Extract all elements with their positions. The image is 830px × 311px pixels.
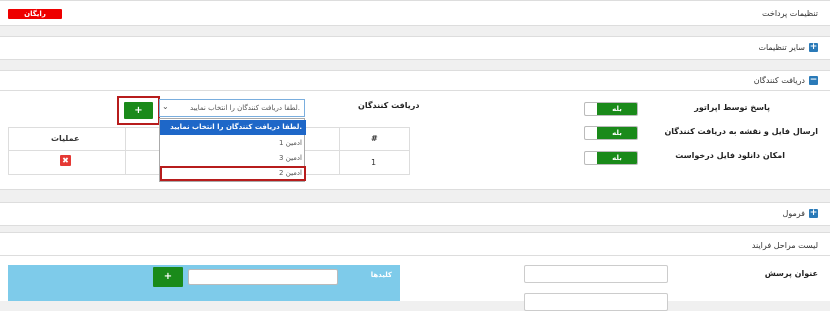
plus-icon[interactable]: + (809, 43, 818, 52)
add-keyword-label: + (163, 271, 173, 282)
delete-icon[interactable]: ✖ (60, 155, 71, 166)
keyword-input[interactable] (188, 269, 338, 285)
operator-reply-toggle[interactable]: بله (584, 102, 638, 116)
free-badge: رایگان (8, 9, 62, 19)
plus-icon[interactable]: + (809, 209, 818, 218)
next-field-input[interactable] (524, 293, 668, 311)
setting-label-send-file-map: ارسال فایل و نقشه به دریافت کنندگان (664, 127, 818, 136)
process-steps-panel: لیست مراحل فرایند عنوان پرسش کلیدها + (0, 232, 830, 311)
formula-header[interactable]: فرمول + (783, 209, 818, 218)
add-keyword-button[interactable]: + (153, 267, 183, 287)
send-file-map-toggle[interactable]: بله (584, 126, 638, 140)
recipients-header[interactable]: دریافت کنندگان − (754, 76, 818, 85)
dropdown-option-admin-3[interactable]: ادمین 3 (160, 151, 306, 166)
download-file-toggle[interactable]: بله (584, 151, 638, 165)
other-settings-header[interactable]: سایر تنظیمات + (758, 43, 818, 52)
recipients-select[interactable]: لطفا دریافت کنندگان را انتخاب نمایید. ⌄ (159, 99, 305, 117)
dropdown-option-admin-2[interactable]: ادمین 2 (160, 166, 306, 181)
payment-settings-title: تنظیمات پرداخت (762, 9, 818, 18)
formula-title: فرمول (782, 209, 805, 218)
add-button-highlight: + (117, 96, 160, 125)
recipients-dropdown-list: لطفا دریافت کنندگان را انتخاب نمایید. اد… (159, 118, 306, 182)
recipients-title: دریافت کنندگان (753, 76, 805, 85)
dropdown-option-admin-1[interactable]: ادمین 1 (160, 136, 306, 151)
table-col-divider (125, 128, 126, 174)
other-settings-title: سایر تنظیمات (758, 43, 805, 52)
setting-label-download-file: امکان دانلود فایل درخواست (675, 151, 785, 160)
number-column-header: # (371, 134, 378, 143)
toggle-yes-label: بله (597, 152, 637, 164)
process-steps-divider (0, 255, 830, 256)
question-title-label: عنوان پرسش (764, 269, 818, 278)
recipients-field-label: دریافت کنندگان (358, 101, 420, 110)
chevron-down-icon[interactable]: ⌄ (162, 102, 169, 111)
add-recipient-button[interactable]: + (124, 102, 153, 119)
row-number-cell: 1 (371, 158, 377, 167)
recipients-panel: دریافت کنندگان − پاسخ توسط اپراتور بله ا… (0, 70, 830, 190)
toggle-yes-label: بله (597, 103, 637, 115)
add-recipient-label: + (134, 105, 143, 116)
keywords-bar: کلیدها + (8, 265, 400, 301)
setting-label-operator-reply: پاسخ توسط اپراتور (694, 103, 770, 112)
select-placeholder: لطفا دریافت کنندگان را انتخاب نمایید. (190, 104, 300, 112)
table-col-divider (339, 128, 340, 174)
keywords-label: کلیدها (370, 271, 392, 279)
toggle-yes-label: بله (597, 127, 637, 139)
process-steps-title: لیست مراحل فرایند (751, 241, 818, 250)
payment-settings-panel: تنظیمات پرداخت رایگان (0, 0, 830, 26)
minus-icon[interactable]: − (809, 76, 818, 85)
formula-panel[interactable]: فرمول + (0, 202, 830, 226)
operations-column-header: عملیات (51, 134, 80, 143)
other-settings-panel[interactable]: سایر تنظیمات + (0, 36, 830, 60)
dropdown-option-placeholder[interactable]: لطفا دریافت کنندگان را انتخاب نمایید. (160, 120, 306, 135)
question-title-input[interactable] (524, 265, 668, 283)
recipients-header-divider (0, 90, 830, 91)
